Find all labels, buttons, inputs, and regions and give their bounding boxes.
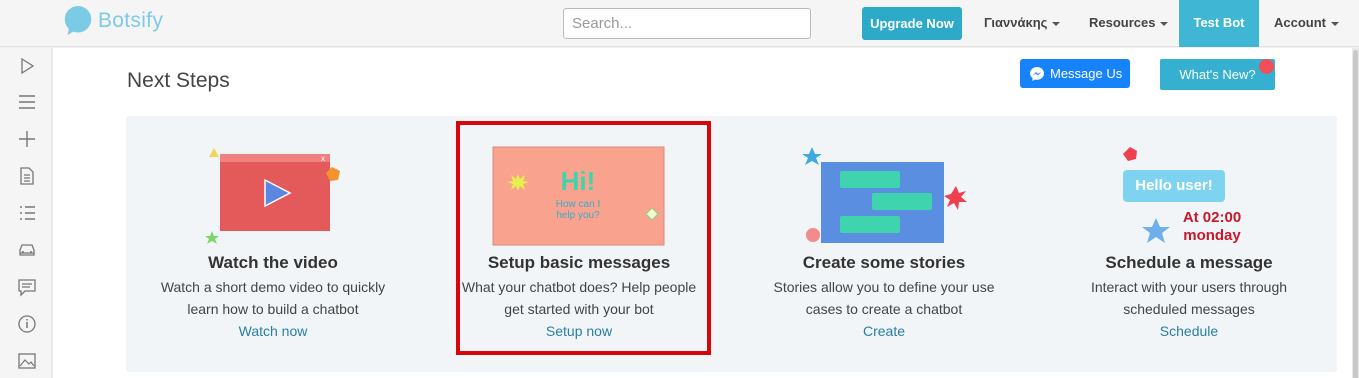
- card-description: Interact with your users through: [1090, 279, 1288, 295]
- illustration-day-line: monday: [1183, 227, 1241, 244]
- user-menu[interactable]: Γιαννάκης: [984, 0, 1061, 47]
- car-icon[interactable]: [17, 240, 37, 260]
- card-title: Create some stories: [802, 253, 966, 272]
- watch-now-link[interactable]: Watch now: [123, 323, 423, 339]
- account-menu[interactable]: Account: [1274, 0, 1339, 47]
- play-icon[interactable]: [17, 56, 37, 76]
- image-icon[interactable]: [17, 351, 37, 371]
- card-description: cases to create a chatbot: [805, 301, 963, 317]
- search-input[interactable]: [563, 8, 811, 39]
- comment-icon[interactable]: [17, 277, 37, 297]
- left-sidebar: [0, 48, 52, 378]
- upgrade-now-button[interactable]: Upgrade Now: [862, 7, 962, 40]
- caret-down-icon: [1052, 21, 1061, 26]
- card-description: learn how to build a chatbot: [187, 301, 359, 317]
- account-menu-label: Account: [1274, 15, 1326, 30]
- illustration-time-line: At 02:00: [1182, 209, 1242, 226]
- document-icon[interactable]: [17, 166, 37, 186]
- top-navbar: Botsify Upgrade Now Γιαννάκης Resources …: [0, 0, 1359, 47]
- resources-menu[interactable]: Resources: [1089, 0, 1169, 47]
- chat-bubble-logo-icon: [64, 6, 92, 36]
- stories-illustration: [802, 147, 967, 243]
- create-link[interactable]: Create: [734, 323, 1034, 339]
- logo-text: Botsify: [98, 9, 164, 32]
- illustration-time-text: At 02:00 monday: [1172, 209, 1252, 245]
- user-menu-label: Γιαννάκης: [984, 15, 1048, 30]
- highlight-box: [456, 121, 711, 355]
- card-title: Schedule a message: [1105, 253, 1273, 272]
- svg-text:x: x: [321, 154, 325, 163]
- list-icon[interactable]: [17, 203, 37, 223]
- video-illustration: x: [205, 148, 340, 244]
- notification-dot: [1259, 59, 1274, 74]
- message-us-button[interactable]: Message Us: [1020, 59, 1130, 88]
- logo[interactable]: Botsify: [62, 6, 163, 36]
- schedule-link[interactable]: Schedule: [1039, 323, 1339, 339]
- card-description: Stories allow you to define your use: [773, 279, 995, 295]
- illustration-bubble-text: Hello user!: [1135, 177, 1213, 194]
- whats-new-button[interactable]: What's New?: [1160, 59, 1275, 90]
- test-bot-button[interactable]: Test Bot: [1179, 0, 1259, 47]
- scrollbar-thumb[interactable]: [1353, 50, 1358, 378]
- caret-down-icon: [1331, 21, 1339, 26]
- message-us-label: Message Us: [1050, 66, 1123, 81]
- card-description: Watch a short demo video to quickly: [160, 279, 386, 295]
- menu-icon[interactable]: [17, 92, 37, 112]
- info-icon[interactable]: [17, 314, 37, 334]
- resources-menu-label: Resources: [1089, 15, 1156, 30]
- card-description: scheduled messages: [1123, 301, 1255, 317]
- plus-icon[interactable]: [17, 129, 37, 149]
- messenger-icon: [1030, 66, 1044, 81]
- caret-down-icon: [1160, 21, 1169, 26]
- page-title: Next Steps: [127, 69, 230, 92]
- card-title: Watch the video: [208, 253, 338, 272]
- scrollbar[interactable]: [1352, 48, 1359, 378]
